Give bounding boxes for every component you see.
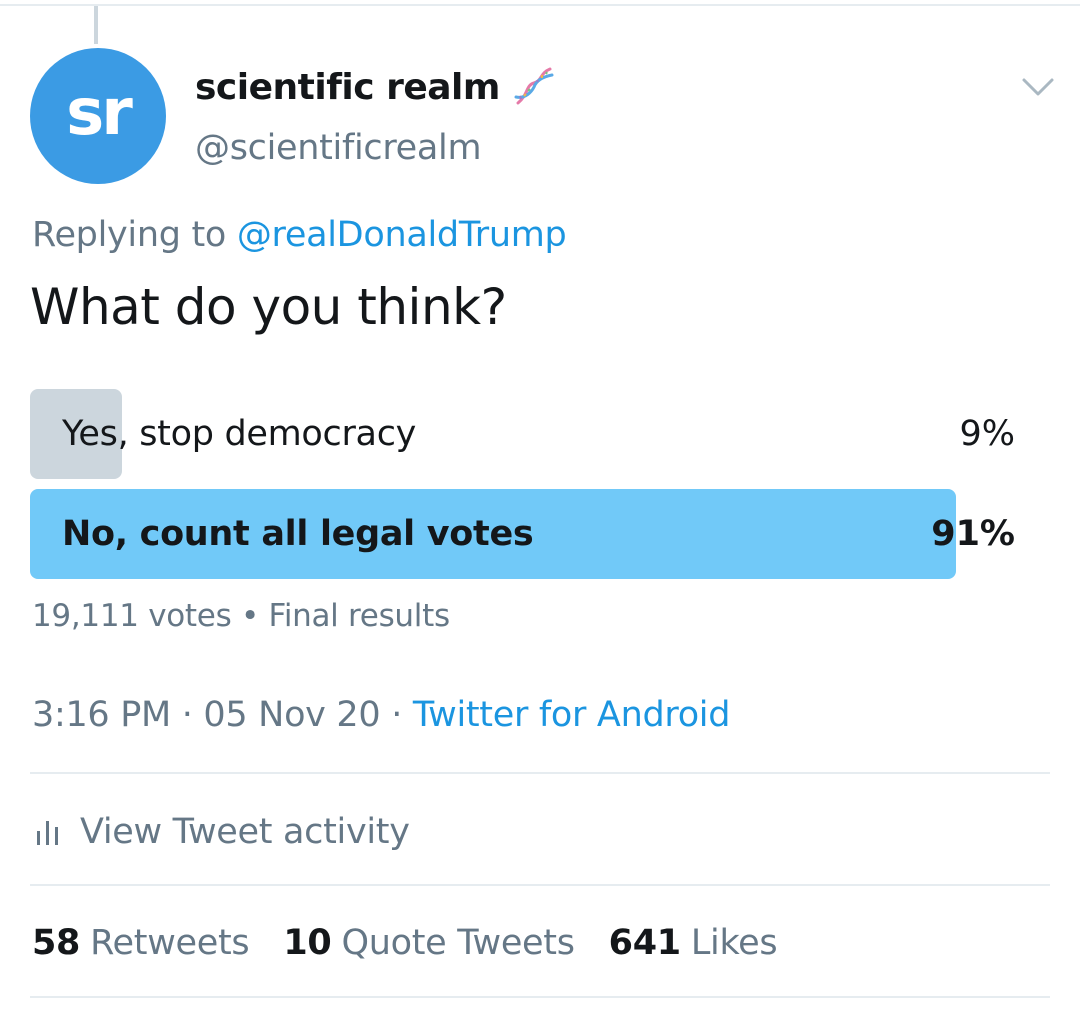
likes-stat[interactable]: 641 Likes <box>609 923 778 963</box>
retweets-count: 58 <box>32 923 81 963</box>
likes-count: 641 <box>608 923 681 963</box>
tweet-source-link[interactable]: Twitter for Android <box>413 695 731 735</box>
chevron-down-icon[interactable] <box>1018 72 1058 102</box>
author-name-row: scientific realm <box>195 62 556 112</box>
tweet-date[interactable]: 05 Nov 20 <box>203 695 380 735</box>
divider <box>30 884 1050 886</box>
poll-meta: 19,111 votes • Final results <box>32 598 450 634</box>
poll-option-percent: 91% <box>931 514 1015 554</box>
divider <box>30 772 1050 774</box>
poll-option-1: Yes, stop democracy 9% <box>30 389 1015 479</box>
tweet-text: What do you think? <box>30 278 507 336</box>
view-tweet-activity-button[interactable]: View Tweet activity <box>34 808 410 856</box>
quote-tweets-stat[interactable]: 10 Quote Tweets <box>283 923 575 963</box>
divider <box>30 996 1050 998</box>
quote-tweets-label: Quote Tweets <box>341 923 575 963</box>
tweet-time[interactable]: 3:16 PM <box>32 695 171 735</box>
replying-to: Replying to @realDonaldTrump <box>32 215 567 255</box>
avatar[interactable]: sr <box>30 48 166 184</box>
dna-icon <box>514 67 554 105</box>
poll-vote-count: 19,111 votes <box>32 598 232 634</box>
retweets-label: Retweets <box>90 923 250 963</box>
poll-meta-separator: • <box>240 598 259 634</box>
thread-connector-line <box>94 6 98 44</box>
retweets-stat[interactable]: 58 Retweets <box>32 923 250 963</box>
avatar-initials: sr <box>66 76 133 150</box>
bar-chart-icon <box>37 821 58 845</box>
top-divider <box>0 4 1080 6</box>
poll-option-2: No, count all legal votes 91% <box>30 489 1015 579</box>
display-name[interactable]: scientific realm <box>195 67 500 108</box>
view-tweet-activity-label: View Tweet activity <box>80 812 410 852</box>
poll-option-percent: 9% <box>959 414 1015 454</box>
reply-mention-link[interactable]: @realDonaldTrump <box>237 215 567 255</box>
meta-separator: · <box>181 695 193 735</box>
likes-label: Likes <box>690 923 778 963</box>
poll-option-label: No, count all legal votes <box>62 514 534 554</box>
meta-separator: · <box>391 695 403 735</box>
engagement-stats: 58 Retweets 10 Quote Tweets 641 Likes <box>32 918 811 968</box>
replying-to-label: Replying to <box>32 215 227 255</box>
tweet-timestamp: 3:16 PM · 05 Nov 20 · Twitter for Androi… <box>32 695 730 735</box>
poll-option-label: Yes, stop democracy <box>62 414 417 454</box>
author-handle[interactable]: @scientificrealm <box>195 128 482 168</box>
poll-status: Final results <box>268 598 451 634</box>
quote-tweets-count: 10 <box>283 923 332 963</box>
